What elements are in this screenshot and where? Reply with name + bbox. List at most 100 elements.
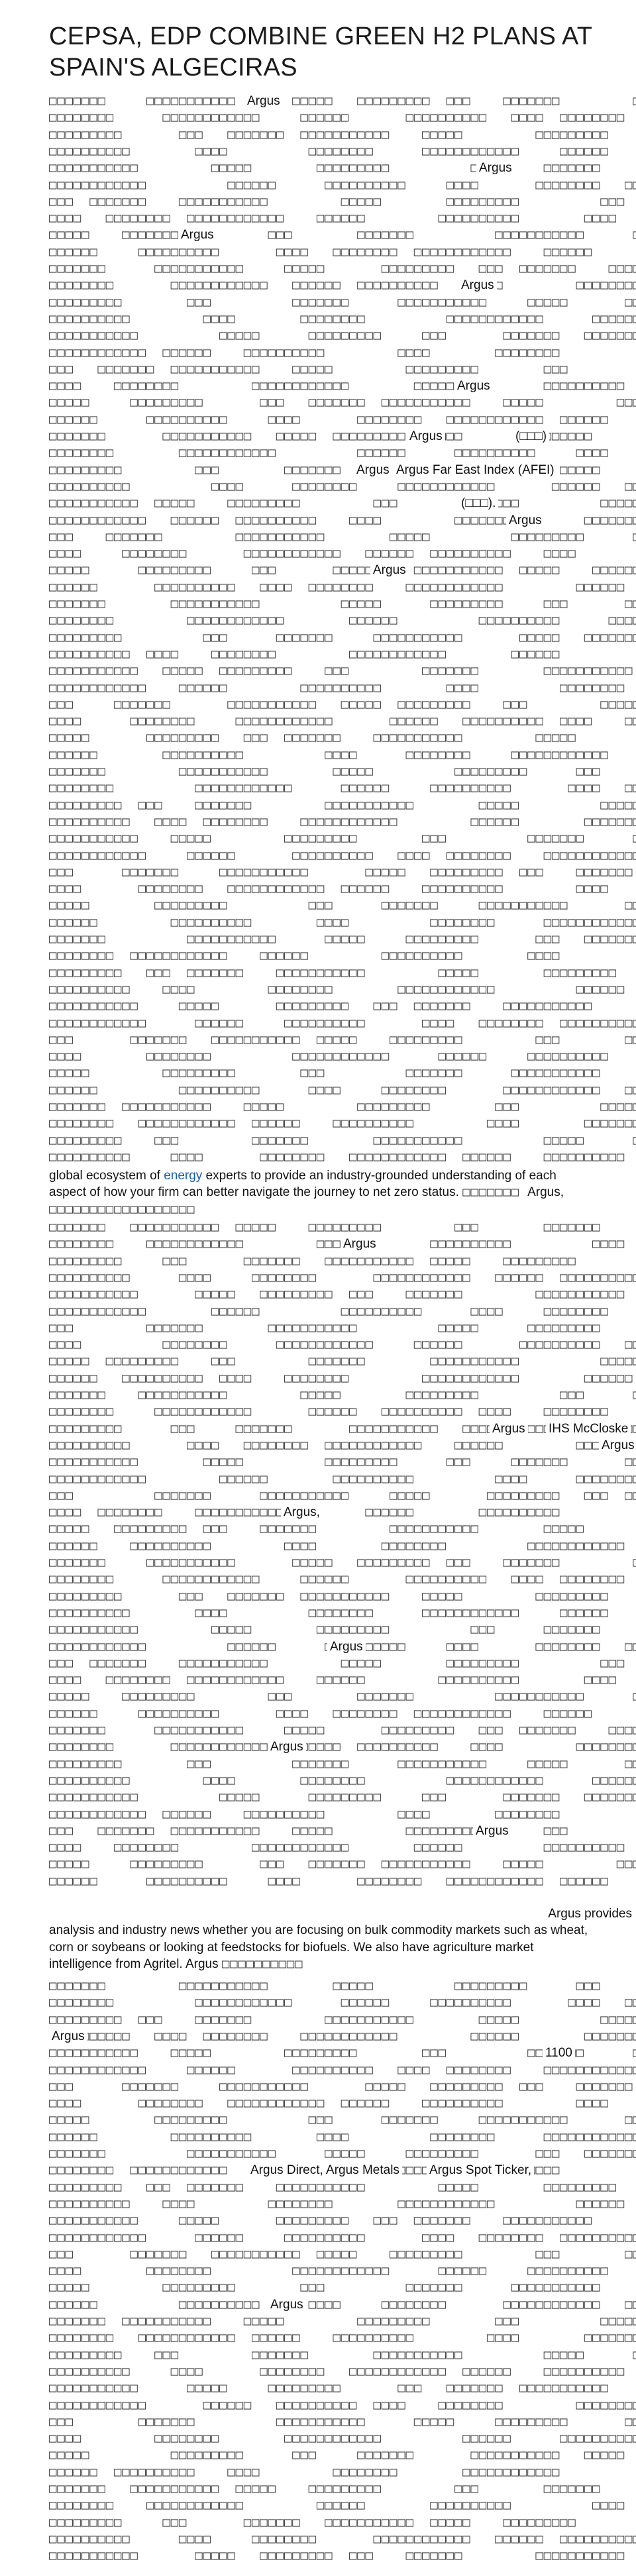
garbled-line: □□□□□ □□□□□□□□□ □□□ □□□□□□□ □□□□□□□□□□□ … [49, 227, 636, 242]
garbled-line: □□□□□□□□□□□□ □□□□□□ □□□□□□□□□□ □□□□ □□□□… [49, 847, 636, 863]
garbled-line: □□□□□□ □□□□□□□□□□ □□□□ □□□□□□□□ □□□□□□□□… [49, 2464, 560, 2479]
energy-para-start: global ecosystem of [49, 1169, 164, 1183]
brand-mention: Argus, [527, 1185, 564, 1200]
garbled-line: □□□□□□ □□□□□□□□□□ □□□□ □□□□□□□□ □□□□□□□□… [49, 914, 636, 930]
brand-mention: Argus [476, 160, 515, 177]
garbled-line: □□□□□□□□□□□ □□□□□ □□□□□□□□□ □□□ □□□□□□□ … [49, 831, 636, 846]
garbled-line: □□□□□□□□□□□□ □□□□□□ □□□□□□□□□□ □□□□ □□□□… [49, 512, 636, 527]
garbled-line: □□□□ □□□□□□□□ □□□□□□□□□□□□ □□□□□□ □□□□□□… [49, 714, 636, 729]
garbled-line: □□□□□□□□□□□ □□□□□ □□□□□□□□□ □□□ □□□□□□□ … [49, 2381, 609, 2396]
garbled-line: □□□□□□□□ □□□□□□□□□□□□ □□□□□□ □□□□□□□□□□ … [49, 948, 560, 963]
garbled-line: □□□ □□□□□□□ □□□□□□□□□□□ □□□□□ □□□□□□□□□ … [49, 1487, 636, 1503]
garbled-line: □□□□□□□□□□ □□□□ □□□□□□□□ □□□□□□□□□□□□ □□… [49, 1149, 625, 1164]
garbled-line: □□□□ □□□□□□□□ □□□□□□□□□□□□ □□□□□□ □□□□□□… [49, 2096, 609, 2111]
argus-provides: Argus provides [548, 1907, 632, 1921]
garbled-line: □□□□□□□□□□□□ □□□□□□ □□□□□□□□□□ □□□□ □□□□… [49, 1015, 636, 1030]
garbled-line: □□□□□□□ □□□□□□□□□□□ □□□□□ □□□□□□□□□ □□□ … [49, 2481, 601, 2496]
garbled-line: □□□□□□□ □□□□□□□□□□□ □□□□□ □□□□□□□□□ □□□ … [49, 1723, 636, 1737]
garbled-line: □□□□□□□ □□□□□□□□□□□ □□□□□ □□□□□□□□□ □□□ … [49, 932, 636, 946]
garbled-line: □□□□□□□ □□□□□□□□□□□ □□□□□ □□□□□□□□□ □□□ … [49, 93, 636, 108]
garbled-line: □□□ □□□□□□□ □□□□□□□□□□□ □□□□□ □□□□□□□□□ … [49, 1655, 625, 1670]
garbled-line: □□□□□□□□□□ □□□□ □□□□□□□□ □□□□□□□□□□□□ □□… [49, 2196, 625, 2211]
garbled-line: □□□□□ □□□□□□□□□ □□□ □□□□□□□ □□□□□□□□□□□ … [49, 1065, 601, 1081]
garbled-line: □□□□ □□□□□□□□ □□□□□□□□□□□□ □□□□□□ □□□□□□… [49, 1672, 617, 1688]
garbled-line: □□□□□□□ □□□□□□□□□□□ □□□□□ □□□□□□□□□ □□□ … [49, 1978, 601, 1993]
brand-mention: Argus [49, 2027, 87, 2045]
garbled-line: □□□□□□□□□ □□□ □□□□□□□ □□□□□□□□□□□ □□□□□ … [49, 127, 609, 142]
brand-mention: Argus [268, 2296, 306, 2313]
ihs-text: IHS McCloske [546, 1420, 631, 1437]
garbled-line: □□□□□□□□□□ □□□□ □□□□□□□□ □□□□□□□□□□□□ □□… [49, 1437, 636, 1452]
article-title: CEPSA, EDP COMBINE GREEN H2 PLANS AT SPA… [49, 23, 592, 81]
garbled-line: □□□□□□□□□ □□□ □□□□□□□ □□□□□□□□□□□ □□□□□ … [49, 294, 636, 309]
garbled-line: □□□□□□□ □□□□□□□□□□□ □□□□□ □□□□□□□□□ □□□ … [49, 596, 636, 611]
garbled-text: □□□□□□□ [462, 1185, 528, 1200]
brand-mention: Argus [407, 428, 445, 445]
index-name: Argus Far East Index (AFEI) [394, 461, 557, 478]
garbled-line: □□□□□□□□□□□□ □□□□□□ □□□□□□□□□□ □□□□ □□□□… [49, 177, 636, 192]
agri-text: analysis and industry news whether you a… [49, 1923, 588, 1971]
garbled-line: □□□ □□□□□□□ □□□□□□□□□□□ □□□□□ □□□□□□□□□ … [49, 696, 636, 712]
garbled-line: □□□□□ □□□□□□□□□ □□□ □□□□□□□ □□□□□□□□□□□ … [49, 1354, 636, 1369]
garbled-line: □□□□ □□□□□□□□ □□□□□□□□□□□□ □□□□□□ □□□□□□… [49, 2263, 609, 2279]
garbled-line: □□□ □□□□□□□ □□□□□□□□□□□ □□□□□ □□□□□□□□□ … [49, 361, 568, 376]
garbled-line: □□□□□□□□□□□ □□□□□ □□□□□□□□□ □□□ □□□□□□□ … [49, 2213, 593, 2228]
garbled-line: □□□□□□□□ □□□□□□□□□□□□ □□□□□□ □□□□□□□□□□ … [49, 445, 609, 460]
garbled-text: □□□□□□□□□□ [221, 1956, 303, 1971]
garbled-line: □□□□□ □□□□□□□□□ □□□ □□□□□□□ □□□□□□□□□□□ … [49, 563, 636, 578]
energy-link[interactable]: energy [164, 1169, 202, 1183]
garbled-line: □□□□□□□□□□ □□□□ □□□□□□□□ □□□□□□□□□□□□ □□… [49, 1605, 609, 1620]
garbled-line: □□□□□□□□□□□□ □□□□□□ □□□□□□□□□□ □□□□ □□□□… [49, 2062, 636, 2077]
garbled-line: □□□□□□□□ □□□□□□□□□□□□ □□□□□□ □□□□□□□□□□ … [49, 2330, 636, 2345]
garbled-line: □□□□□ □□□□□□□□□ □□□ □□□□□□□ □□□□□□□□□□□ … [49, 730, 576, 745]
garbled-line: □□□□□□□ □□□□□□□□□□□ □□□□□ □□□□□□□□□ □□□ … [49, 1387, 636, 1402]
garbled-line: □□□□ □□□□□□□□ □□□□□□□□□□□□ □□□□□□ □□□□□□… [49, 546, 576, 561]
garbled-line: □□□□□□□□□□ □□□□ □□□□□□□□ □□□□□□□□□□□□ □□… [49, 646, 560, 661]
garbled-line: □□□□□ □□□□□□□□□ □□□ □□□□□□□ □□□□□□□□□□□ … [49, 1521, 584, 1536]
garbled-line: □□□□□□□□ □□□□□□□□□□□□ □□□□□□ □□□□□□□□□□ … [49, 2498, 625, 2513]
garbled-line: □□□□□□□□□□ □□□□ □□□□□□□□ □□□□□□□□□□□□ □□… [49, 814, 636, 829]
garbled-line: □□□□□ □□□□□□□□□ □□□ □□□□□□□ □□□□□□□□□□□ … [49, 2280, 601, 2295]
garbled-line: □□□□□□□□ □□□□□□□□□□□□ □□□□□□ □□□□□□□□□□ … [49, 1572, 625, 1587]
garbled-line: □□□□ □□□□□□□□ □□□□□□□□□□□□ □□□□□□ □□□□□□… [49, 378, 625, 394]
garbled-line: □□□□□□□□□□□ □□□□□ □□□□□□□□□ □□□ □□□□□□□ … [49, 1622, 601, 1637]
garbled-line: □□□□□□□□ □□□□□□□□□□□□ □□□□□□ □□□□□□□□□□ … [49, 1404, 609, 1419]
garbled-line: □□□□□□□ □□□□□□□□□□□ □□□□□ □□□□□□□□□ □□□ … [49, 1555, 636, 1570]
garbled-line: □□□□□□ □□□□□□□□□□ □□□□ □□□□□□□□ □□□□□□□□… [49, 1705, 593, 1721]
garbled-line: □□□ □□□□□□□ □□□□□□□□□□□ □□□□□ □□□□□□□□□ … [49, 864, 633, 879]
garbled-text: □□□□□□□□□□□□□□□□□□ [49, 1201, 195, 1216]
garbled-line: □□□□□□□ □□□□□□□□□□□ □□□□□ □□□□□□□□□ □□□ … [49, 261, 636, 276]
garbled-line: □□□□□□□□□□□ □□□□□ □□□□□□□□□ □□□ □□□□□□□ … [49, 160, 601, 176]
garbled-line: □□□□□□□□□□□□ □□□□□□ □□□□□□□□□□ □□□□ □□□□… [49, 1303, 609, 1318]
garbled-line: □□□□ □□□□□□□□ □□□□□□□□□□□□ □□□□□□ □□□□□□… [49, 1049, 609, 1064]
garbled-line: □□□□□□□□□□□ □□□□□ □□□□□□□□□ □□□ □□□□□□□ … [49, 2548, 625, 2563]
garbled-line: □□□□ □□□□□□□□ □□□□□□□□□□□□ □□□□□□ □□□□□□… [49, 1505, 560, 1520]
brand-mention: Argus, [281, 1504, 323, 1521]
garbled-line: □□□□□□□□ □□□□□□□□□□□□ □□□□□□ □□□□□□□□□□ … [49, 110, 625, 125]
garbled-line: □□□□□□□□□ □□□ □□□□□□□ □□□□□□□□□□□ □□□□□ … [49, 2012, 636, 2027]
garbled-line: □□□□□□□□□□□□ □□□□□□ □□□□□□□□□□ □□□□ □□□□… [49, 1471, 636, 1486]
brand-mention: Argus [327, 1638, 366, 1655]
garbled-line: □□□□□ □□□□□□□□□ □□□ □□□□□□□ □□□□□□□□□□□ … [49, 2447, 625, 2463]
garbled-line: □□□□□□□□□□ □□□□ □□□□□□□□ □□□□□□□□□□□□ □□… [49, 981, 625, 996]
brand-mention: Argus [473, 1822, 511, 1840]
garbled-line: □□□□□□□□□□□□ □□□□□□ □□□□□□□□□□ □□□□ □□□□… [49, 2229, 636, 2245]
garbled-line: □□□□□□□□□□□ □□□□□ □□□□□□□□□ □□□ □□□□□□□ … [49, 1287, 625, 1302]
garbled-line: □□□□□□□□□□ □□□□ □□□□□□□□ □□□□□□□□□□□□ □□… [49, 2363, 625, 2379]
brand-mention: Argus [599, 1436, 636, 1454]
garbled-line: □□□□□□ □□□□□□□□□□ □□□□ □□□□□□□□ □□□□□□□□… [49, 2129, 636, 2144]
garbled-line: □□□□□□□□□□□ □□□□□ □□□□□□□□□ □□□ □□□□□□□ … [49, 496, 636, 511]
garbled-line: □□□□□□□□□□□ □□□□□ □□□□□□□□□ □□□ □□□□□□□ … [49, 1790, 636, 1805]
garbled-line: □□□□□ □□□□□□□□□ □□□ □□□□□□□ □□□□□□□□□□□ … [49, 1689, 636, 1704]
garbled-line: □□□□□□□□□ □□□ □□□□□□□ □□□□□□□□□□□ □□□□□ … [49, 2179, 617, 2194]
garbled-line: □□□□□□□□□□ □□□□ □□□□□□□□ □□□□□□□□□□□□ □□… [49, 1269, 636, 1285]
garbled-line: □□□□□□ □□□□□□□□□□ □□□□ □□□□□□□□ □□□□□□□□… [49, 244, 593, 259]
garbled-line: □□□□□□ □□□□□□□□□□ □□□□ □□□□□□□□ □□□□□□□□… [49, 579, 625, 594]
energy-paragraph: global ecosystem of energy experts to pr… [49, 1167, 592, 1218]
garbled-line: □□□□□□□□ □□□□□□□□□□□□ □□□□□□ □□□□□□□□□□ … [49, 780, 636, 796]
brand-mention: Argus [268, 1739, 306, 1756]
garbled-line: □□□□□□□□□□□□ □□□□□□ □□□□□□□□□□ □□□□ □□□□… [49, 345, 560, 360]
garbled-line: □□□□□□ □□□□□□□□□□ □□□□ □□□□□□□□ □□□□□□□□… [49, 1538, 625, 1553]
garbled-line: □□□□□□□□□□□ □□□□□ □□□□□□□□□ □□□ □□□□□□□ … [49, 663, 633, 678]
garbled-line: □□□ □□□□□□□ □□□□□□□□□□□ □□□□□ □□□□□□□□□ … [49, 1823, 568, 1838]
